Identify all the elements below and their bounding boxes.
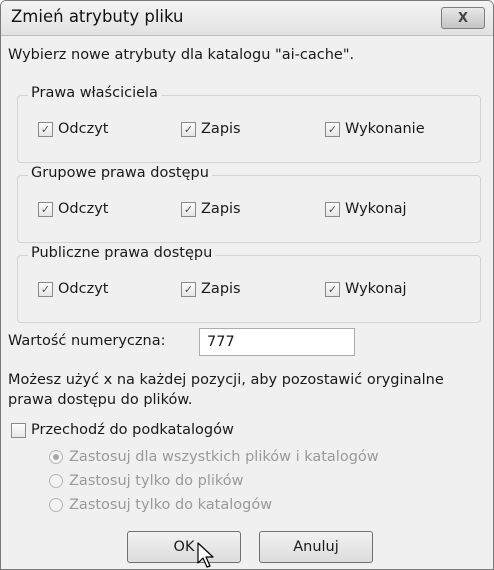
group-permissions-group: Grupowe prawa dostępu ✓ Odczyt ✓ Zapis ✓… [17,165,481,243]
public-write-checkbox[interactable]: ✓ Zapis [181,281,241,297]
radio-label: Zastosuj tylko do plików [69,473,244,489]
checkbox-box [11,422,26,438]
public-read-checkbox[interactable]: ✓ Odczyt [38,281,108,297]
radio-folders-only[interactable]: Zastosuj tylko do katalogów [49,497,272,513]
radio-circle [49,450,63,464]
checkbox-label: Wykonaj [345,201,407,217]
hint-text-line2: prawa dostępu do plików. [8,392,193,408]
radio-circle [49,498,63,512]
group-title: Prawa właściciela [28,85,161,101]
check-icon: ✓ [325,281,340,297]
check-icon: ✓ [181,281,196,297]
checkbox-label: Zapis [201,281,241,297]
close-icon: X [457,10,469,26]
group-title: Publiczne prawa dostępu [28,245,216,261]
checkbox-label: Wykonanie [345,121,425,137]
recurse-subdirectories-checkbox[interactable]: Przechodź do podkatalogów [11,422,234,438]
checkbox-label: Odczyt [58,201,109,217]
dialog-title: Zmień atrybuty pliku [11,7,184,26]
title-bar: Zmień atrybuty pliku X [1,1,493,36]
check-icon: ✓ [38,281,53,297]
checkbox-label: Odczyt [58,121,109,137]
check-icon: ✓ [38,201,53,217]
numeric-value-input[interactable]: 777 [199,328,355,356]
check-icon: ✓ [325,121,340,137]
ok-button-label: OK [173,539,195,555]
group-execute-checkbox[interactable]: ✓ Wykonaj [325,201,407,217]
cancel-button[interactable]: Anuluj [259,531,373,563]
owner-execute-checkbox[interactable]: ✓ Wykonanie [325,121,425,137]
radio-label: Zastosuj tylko do katalogów [69,497,273,513]
radio-all-files-and-folders[interactable]: Zastosuj dla wszystkich plików i katalog… [49,449,379,465]
owner-permissions-group: Prawa właściciela ✓ Odczyt ✓ Zapis ✓ Wyk… [17,85,481,163]
close-button[interactable]: X [441,7,485,29]
checkbox-label: Przechodź do podkatalogów [31,422,234,438]
group-write-checkbox[interactable]: ✓ Zapis [181,201,241,217]
radio-label: Zastosuj dla wszystkich plików i katalog… [69,449,379,465]
dialog-window: Zmień atrybuty pliku X Wybierz nowe atry… [0,0,494,570]
radio-files-only[interactable]: Zastosuj tylko do plików [49,473,244,489]
public-execute-checkbox[interactable]: ✓ Wykonaj [325,281,407,297]
dialog-description: Wybierz nowe atrybuty dla katalogu "ai-c… [8,47,355,63]
cancel-button-label: Anuluj [293,539,339,555]
group-read-checkbox[interactable]: ✓ Odczyt [38,201,108,217]
check-icon: ✓ [38,121,53,137]
check-icon: ✓ [325,201,340,217]
checkbox-label: Zapis [201,201,241,217]
owner-read-checkbox[interactable]: ✓ Odczyt [38,121,108,137]
public-permissions-group: Publiczne prawa dostępu ✓ Odczyt ✓ Zapis… [17,245,481,323]
ok-button[interactable]: OK [127,531,241,563]
hint-text-line1: Możesz użyć x na każdej pozycji, aby poz… [8,372,444,388]
group-title: Grupowe prawa dostępu [28,165,212,181]
check-icon: ✓ [181,121,196,137]
mouse-cursor-icon [197,542,214,568]
checkbox-label: Zapis [201,121,241,137]
owner-write-checkbox[interactable]: ✓ Zapis [181,121,241,137]
radio-circle [49,474,63,488]
check-icon: ✓ [181,201,196,217]
checkbox-label: Odczyt [58,281,109,297]
numeric-value-label: Wartość numeryczna: [8,333,166,349]
radio-dot [53,454,59,460]
checkbox-label: Wykonaj [345,281,407,297]
